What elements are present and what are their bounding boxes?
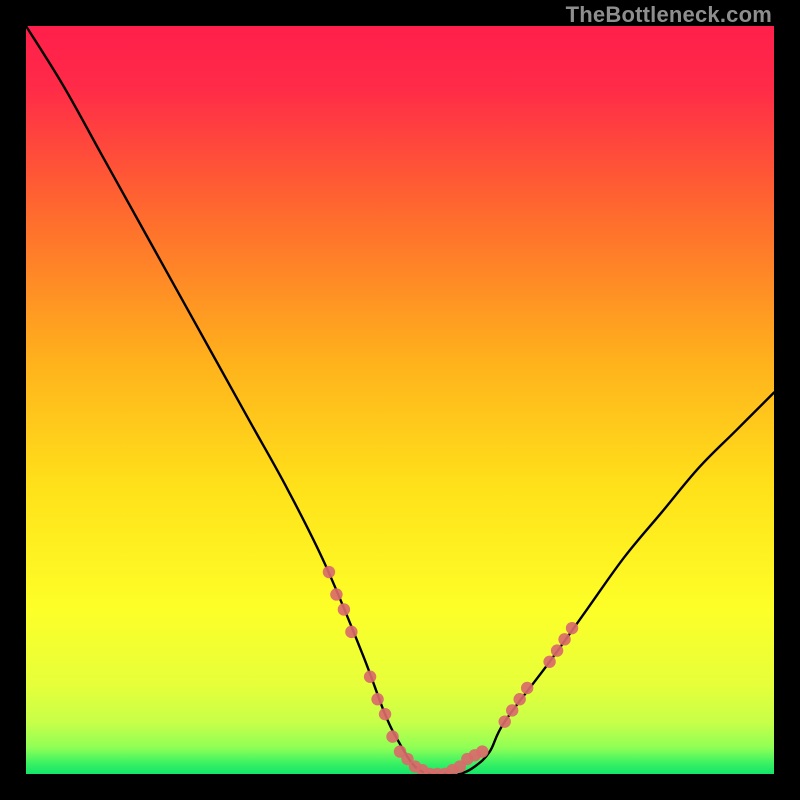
highlight-dot: [521, 682, 533, 694]
highlight-dot: [379, 708, 391, 720]
highlight-dot: [558, 633, 570, 645]
chart-canvas: [26, 26, 774, 774]
watermark-text: TheBottleneck.com: [566, 2, 772, 28]
highlight-dot: [551, 644, 563, 656]
highlight-dot: [476, 745, 488, 757]
highlight-dot: [345, 626, 357, 638]
highlight-dot: [566, 622, 578, 634]
highlight-dot: [543, 656, 555, 668]
highlight-dot: [338, 603, 350, 615]
highlight-dot: [386, 730, 398, 742]
highlight-dot: [323, 566, 335, 578]
highlight-dot: [364, 671, 376, 683]
highlight-dot: [506, 704, 518, 716]
gradient-background: [26, 26, 774, 774]
highlight-dot: [330, 588, 342, 600]
chart-frame: [26, 26, 774, 774]
highlight-dot: [513, 693, 525, 705]
highlight-dot: [499, 715, 511, 727]
highlight-dot: [371, 693, 383, 705]
